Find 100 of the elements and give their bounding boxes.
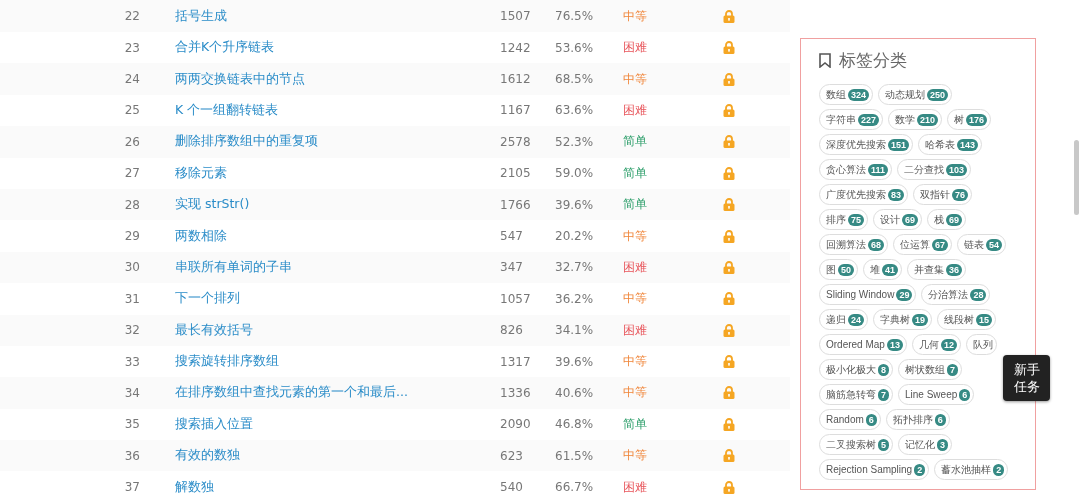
- tag-count: 13: [886, 338, 903, 351]
- tag-count: 111: [868, 163, 889, 176]
- acceptance-rate: 34.1%: [555, 323, 595, 338]
- solution-count: 547: [500, 229, 524, 244]
- scrollbar-thumb[interactable]: [1074, 140, 1079, 215]
- problem-title-link[interactable]: 解数独: [175, 478, 500, 496]
- bookmark-icon: [819, 53, 831, 68]
- tag-count: 8: [878, 363, 889, 376]
- solution-count: 1167: [500, 103, 532, 118]
- tag-count: 250: [927, 88, 949, 101]
- solution-count: 623: [500, 448, 524, 463]
- difficulty-label: 困难: [623, 321, 648, 339]
- acceptance-rate: 20.2%: [555, 229, 595, 244]
- tag-name: 哈希表: [925, 137, 956, 152]
- solution-count: 1766: [500, 197, 532, 212]
- problem-title-link[interactable]: 在排序数组中查找元素的第一个和最后...: [175, 384, 500, 402]
- problem-title-link[interactable]: 串联所有单词的子串: [175, 258, 500, 276]
- tag-name: Line Sweep: [905, 389, 958, 400]
- solution-count: 1612: [500, 72, 532, 87]
- problem-title-link[interactable]: 实现 strStr(): [175, 196, 500, 214]
- problem-number: 22: [123, 9, 140, 23]
- problem-title-link[interactable]: 最长有效括号: [175, 321, 500, 339]
- tag-name: 栈: [934, 212, 945, 227]
- problem-number: 28: [123, 197, 140, 212]
- tag-count: 2: [914, 463, 926, 476]
- difficulty-label: 简单: [623, 196, 648, 214]
- acceptance-rate: 40.6%: [555, 386, 595, 400]
- difficulty-label: 中等: [623, 227, 648, 245]
- tag-name: 树状数组: [905, 362, 945, 377]
- problem-title-link[interactable]: 搜索插入位置: [175, 415, 500, 433]
- tag-name: 图: [826, 262, 836, 277]
- tag-name: 队列: [972, 337, 993, 352]
- tag-count: 29: [896, 288, 913, 301]
- tag-count: 227: [858, 113, 880, 126]
- problem-number: 30: [123, 260, 140, 275]
- tag-name: 位运算: [900, 237, 930, 252]
- solution-count: 1057: [500, 291, 532, 306]
- tag-name: 堆: [870, 262, 880, 277]
- problem-title-link[interactable]: 两数相除: [175, 227, 500, 245]
- problem-title-link[interactable]: 合并K个升序链表: [175, 39, 500, 57]
- tag-name: 几何: [918, 337, 939, 352]
- problem-title-link[interactable]: 两两交换链表中的节点: [175, 70, 500, 88]
- problem-title-link[interactable]: 删除排序数组中的重复项: [175, 133, 500, 151]
- tag-name: Rejection Sampling: [826, 464, 913, 475]
- tag-count: 19: [912, 313, 929, 326]
- solution-count: 2090: [500, 417, 532, 432]
- tag-count: 6: [865, 413, 877, 426]
- panel-title: 标签分类: [839, 49, 907, 72]
- difficulty-label: 中等: [623, 447, 648, 465]
- tag-name: Sliding Window: [826, 289, 895, 300]
- tag-name: Random: [826, 414, 864, 425]
- tag-count: 76: [952, 188, 969, 201]
- solution-count: 1317: [500, 354, 532, 369]
- problem-number: 33: [123, 354, 140, 369]
- tag-name: 二分查找: [904, 162, 945, 177]
- problem-number: 25: [123, 103, 140, 118]
- newbie-task-button[interactable]: 新手任务: [1003, 355, 1050, 401]
- tag-count: 2: [993, 463, 1005, 476]
- difficulty-label: 中等: [623, 290, 648, 308]
- tag-name: 双指针: [920, 187, 950, 202]
- acceptance-rate: 36.2%: [555, 291, 595, 306]
- tag-name: Ordered Map: [826, 339, 885, 350]
- problem-number: 35: [123, 417, 140, 432]
- tag-count: 54: [986, 238, 1003, 251]
- problem-number: 36: [123, 448, 140, 463]
- problem-number: 24: [123, 72, 140, 87]
- tag-name: 链表: [964, 237, 985, 252]
- acceptance-rate: 39.6%: [555, 197, 595, 212]
- problem-title-link[interactable]: 有效的数独: [175, 447, 500, 465]
- tag-count: 50: [838, 263, 854, 276]
- problem-title-link[interactable]: 搜索旋转排序数组: [175, 353, 500, 371]
- tag-name: 线段树: [944, 312, 975, 327]
- acceptance-rate: 32.7%: [555, 260, 595, 275]
- tag-count: 69: [902, 213, 919, 226]
- tag-name: 字典树: [880, 312, 910, 327]
- tag-name: 二叉搜索树: [826, 437, 876, 452]
- problem-title-link[interactable]: 括号生成: [175, 7, 500, 25]
- difficulty-label: 困难: [623, 478, 648, 496]
- tag-name: 贪心算法: [826, 162, 866, 177]
- problem-number: 23: [123, 40, 140, 55]
- tag-count: 75: [848, 213, 864, 226]
- acceptance-rate: 59.0%: [555, 166, 595, 181]
- tag-name: 动态规划: [885, 87, 926, 102]
- tag-count: 324: [848, 88, 870, 101]
- tag-count: 15: [976, 313, 993, 326]
- difficulty-label: 中等: [623, 70, 648, 88]
- tag-count: 68: [868, 238, 884, 251]
- tag-count: 143: [957, 138, 979, 151]
- tag-count: 7: [878, 388, 889, 401]
- problem-title-link[interactable]: K 个一组翻转链表: [175, 101, 500, 119]
- problem-title-link[interactable]: 移除元素: [175, 164, 500, 182]
- difficulty-label: 中等: [623, 7, 648, 25]
- tag-name: 脑筋急转弯: [826, 387, 876, 402]
- tag-name: 树: [954, 112, 965, 127]
- tag-name: 排序: [826, 212, 846, 227]
- difficulty-label: 中等: [623, 384, 648, 402]
- acceptance-rate: 52.3%: [555, 134, 595, 149]
- problem-title-link[interactable]: 下一个排列: [175, 290, 500, 308]
- difficulty-label: 简单: [623, 133, 648, 151]
- tag-count: 28: [970, 288, 987, 301]
